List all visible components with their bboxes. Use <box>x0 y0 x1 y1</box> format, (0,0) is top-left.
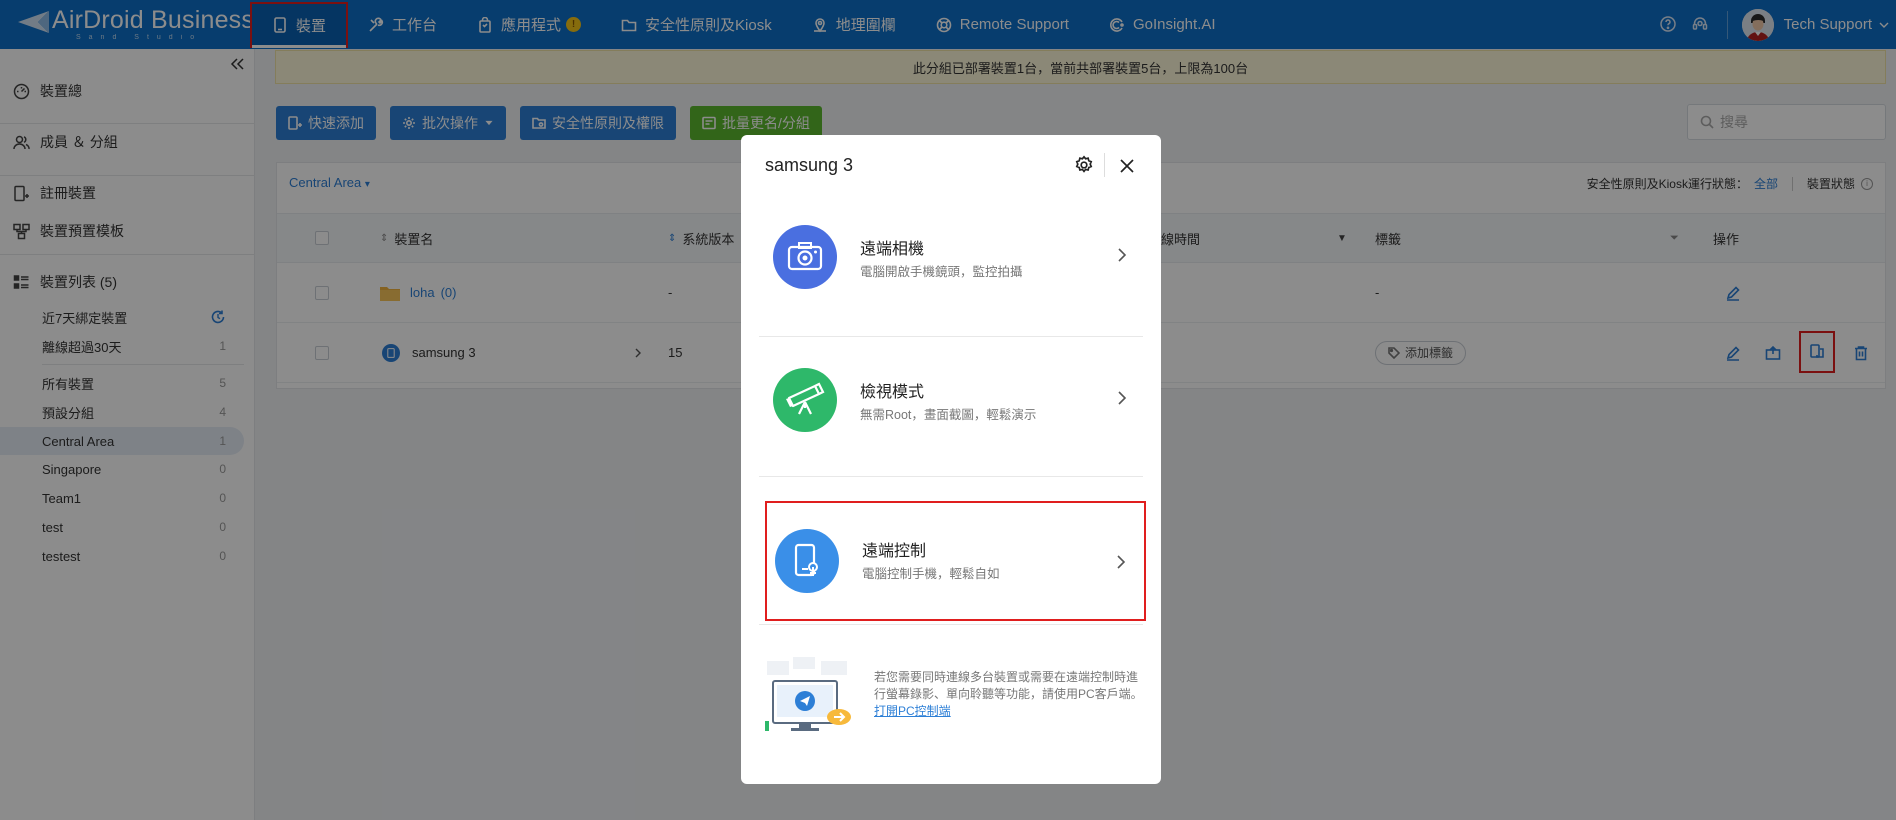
option-remote-control[interactable]: 遠端控制 電腦控制手機，輕鬆自如 <box>765 501 1146 621</box>
modal-settings-button[interactable] <box>1074 155 1094 175</box>
pc-client-illustration <box>763 655 859 735</box>
option-title: 檢視模式 <box>860 384 925 401</box>
option-chevron <box>1114 553 1128 571</box>
modal-header-separator <box>1104 153 1105 177</box>
option-description: 無需Root，畫面截圖，輕鬆演示 <box>860 408 1037 422</box>
option-title: 遠端控制 <box>862 543 927 560</box>
gear-icon <box>1075 155 1093 173</box>
option-remote-camera[interactable]: 遠端相機 電腦開啟手機鏡頭，監控拍攝 <box>765 201 1145 311</box>
option-view-mode[interactable]: 檢視模式 無需Root，畫面截圖，輕鬆演示 <box>765 344 1145 454</box>
camera-icon <box>773 225 837 289</box>
remote-features-modal: samsung 3 遠端相機 電腦開啟手機鏡頭，監控拍攝 檢視模式 無需Root… <box>741 135 1161 784</box>
modal-divider <box>759 476 1143 477</box>
option-description: 電腦開啟手機鏡頭，監控拍攝 <box>860 265 1023 279</box>
modal-close-button[interactable] <box>1117 156 1137 176</box>
pc-client-hint: 若您需要同時連線多台裝置或需要在遠端控制時進行螢幕錄影、單向聆聽等功能，請使用P… <box>874 669 1144 720</box>
option-description: 電腦控制手機，輕鬆自如 <box>862 567 1000 581</box>
option-title: 遠端相機 <box>860 241 925 258</box>
close-icon <box>1120 159 1134 173</box>
option-chevron <box>1115 246 1129 264</box>
remote-control-phone-icon <box>775 529 839 593</box>
modal-title: samsung 3 <box>765 155 854 175</box>
option-chevron <box>1115 389 1129 407</box>
chevron-right-icon <box>1118 391 1127 405</box>
chevron-right-icon <box>1118 248 1127 262</box>
telescope-icon <box>773 368 837 432</box>
pc-client-hint-text: 若您需要同時連線多台裝置或需要在遠端控制時進行螢幕錄影、單向聆聽等功能，請使用P… <box>874 670 1143 701</box>
modal-divider <box>759 624 1143 625</box>
modal-divider <box>759 336 1143 337</box>
chevron-right-icon <box>1117 555 1126 569</box>
open-pc-client-link[interactable]: 打開PC控制端 <box>874 704 951 718</box>
